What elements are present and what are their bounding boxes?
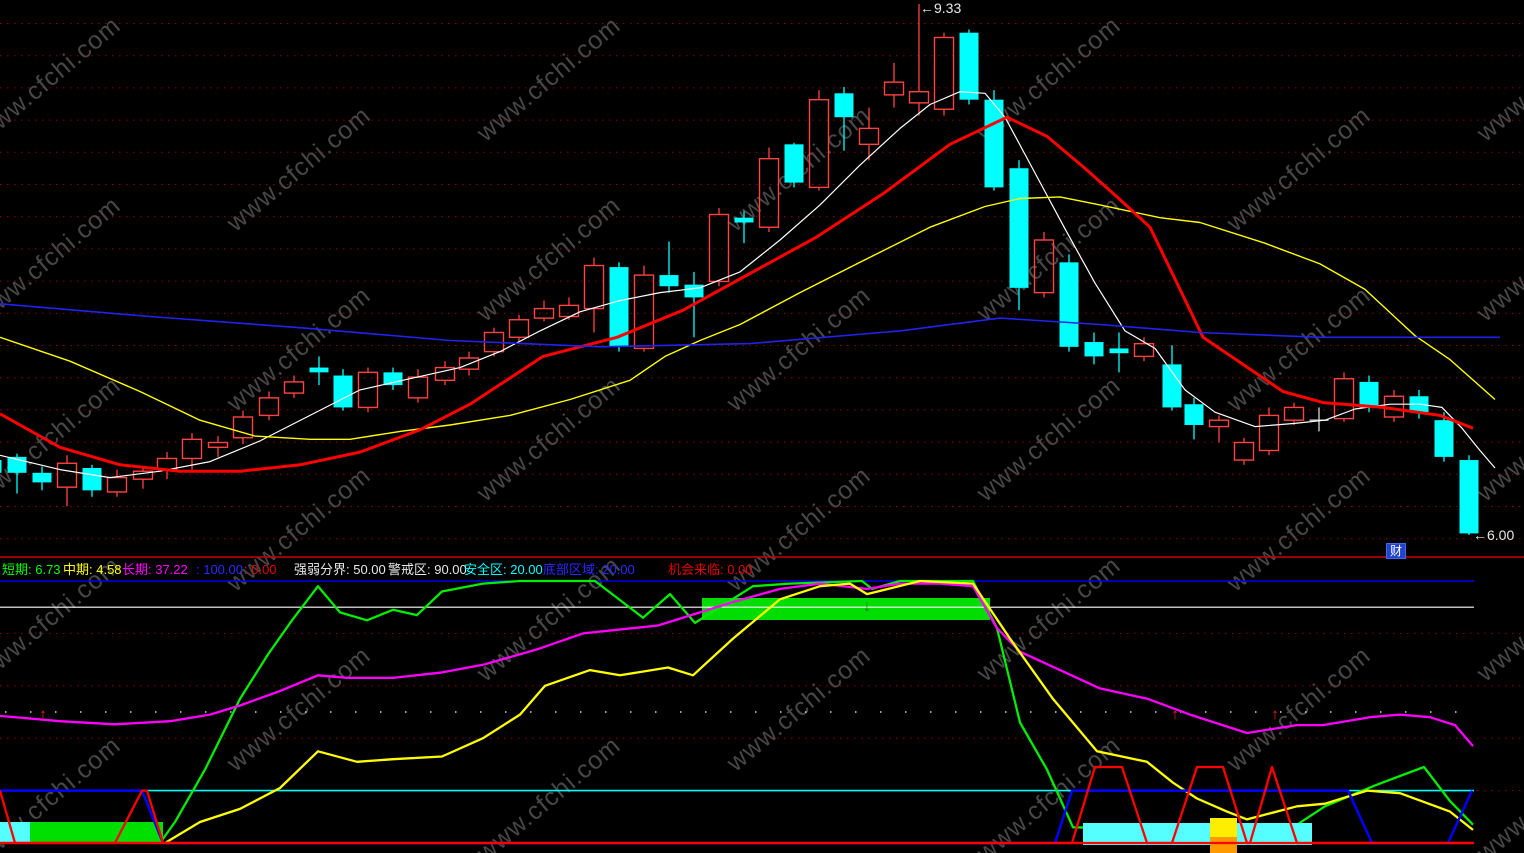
indicator-level-100: : 100.00 (196, 562, 243, 577)
indicator-long-term: 长期: 37.22 (122, 562, 188, 577)
low-price-label: ←6.00 (1473, 527, 1515, 543)
ma-blue (0, 303, 1500, 348)
indicator-warning-zone: 警戒区: 90.00 (388, 562, 467, 577)
indicator-mid-term: 中期: 4.58 (63, 562, 122, 577)
ma-red (0, 115, 1474, 473)
buy-arrow-icon: ↑ (39, 706, 47, 723)
indicator-short-term: 短期: 6.73 (2, 562, 61, 577)
stock-chart-app: www.cfchi.com www.cfchi.com www.cfchi.com w… (0, 0, 1524, 853)
bottom-left-green-band (30, 822, 163, 843)
indicator-value-row: 短期: 6.73 中期: 4.58 长期: 37.22 : 100.00: 0.00 强… (0, 559, 1524, 580)
bottom-right-cyan-band (1083, 823, 1312, 845)
indicator-safe-zone: 安全区: 20.00 (464, 562, 543, 577)
main-chart (0, 4, 1524, 558)
buy-arrow-icon: ↑ (1271, 706, 1279, 723)
logo-badge: 财 (1386, 543, 1407, 559)
indicator-bottom-zone: 底部区域: 20.00 (543, 562, 635, 577)
indicator-opportunity: 机会来临: 0.00 (668, 562, 753, 577)
signal-orange-block (1210, 837, 1237, 853)
high-price-label: ←9.33 (920, 0, 962, 16)
buy-arrow-icon: ↑ (1171, 706, 1179, 723)
chart-canvas[interactable]: ↑ ↑ ↑ ↓ (0, 0, 1524, 853)
signal-yellow-block (1210, 818, 1237, 837)
lower-panel: ↑ ↑ ↑ ↓ (0, 579, 1524, 853)
ma-white (0, 91, 1496, 479)
indicator-strength-divider: 强弱分界: 50.00 (294, 562, 386, 577)
top-warning-green-band (702, 598, 990, 620)
indicator-level-0: : 0.00 (244, 562, 277, 577)
ma-yellow (0, 196, 1496, 440)
candles (0, 4, 1479, 535)
sell-arrow-icon: ↓ (863, 598, 871, 615)
